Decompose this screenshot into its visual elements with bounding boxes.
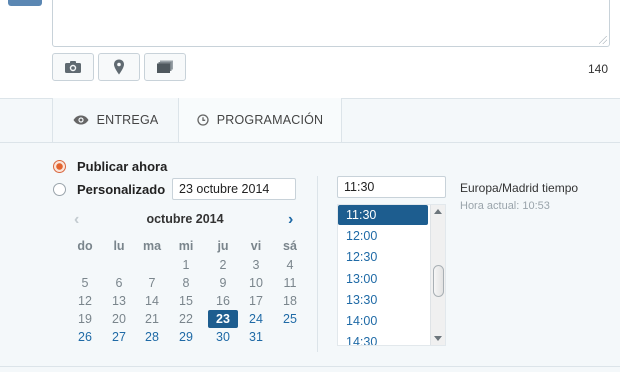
calendar-day[interactable]: 19 [70, 310, 100, 328]
location-pin-icon [114, 59, 124, 75]
tab-programacion[interactable]: PROGRAMACIÓN [179, 98, 342, 142]
custom-schedule-label: Personalizado [77, 182, 166, 197]
time-option[interactable]: 13:30 [338, 290, 428, 310]
calendar-day[interactable]: 12 [70, 292, 100, 310]
time-option[interactable]: 12:00 [338, 226, 428, 246]
scroll-thumb[interactable] [433, 265, 444, 297]
time-option[interactable]: 12:30 [338, 247, 428, 267]
time-list-scrollbar[interactable] [430, 205, 445, 345]
clock-icon [197, 114, 209, 126]
add-gallery-button[interactable] [144, 53, 186, 81]
tab-bar-divider [0, 142, 620, 143]
calendar-day-selected[interactable]: 23 [208, 310, 238, 328]
panel-bottom-border [0, 366, 620, 367]
calendar-prev-button[interactable]: ‹ [74, 212, 79, 228]
section-divider [317, 176, 318, 352]
weekday-label: ju [217, 239, 229, 253]
calendar-day[interactable]: 28 [137, 328, 167, 346]
calendar-day[interactable]: 18 [275, 292, 305, 310]
weekday-label: do [77, 239, 93, 253]
publish-now-radio[interactable] [53, 160, 66, 173]
calendar-day[interactable]: 30 [208, 328, 238, 346]
calendar-day[interactable]: 15 [171, 292, 201, 310]
calendar-day[interactable]: 21 [137, 310, 167, 328]
calendar-day[interactable]: 6 [104, 274, 134, 292]
add-photo-button[interactable] [52, 53, 94, 81]
gallery-icon [157, 60, 173, 73]
scroll-up-icon[interactable] [434, 209, 442, 214]
scroll-down-icon[interactable] [434, 336, 442, 341]
tab-entrega-label: ENTREGA [96, 113, 159, 127]
calendar-next-button[interactable]: › [288, 212, 293, 228]
tab-programacion-label: PROGRAMACIÓN [216, 113, 324, 127]
calendar-day[interactable]: 1 [171, 256, 201, 274]
calendar-day[interactable]: 4 [275, 256, 305, 274]
character-counter: 140 [587, 62, 608, 76]
calendar-day[interactable]: 31 [241, 328, 271, 346]
eye-icon [73, 115, 89, 125]
publish-now-label: Publicar ahora [77, 159, 168, 174]
tab-entrega[interactable]: ENTREGA [52, 98, 179, 142]
weekday-label: sá [283, 239, 297, 253]
calendar-day[interactable]: 29 [171, 328, 201, 346]
weekday-label: ma [142, 239, 162, 253]
calendar-day[interactable]: 14 [137, 292, 167, 310]
calendar-day[interactable]: 5 [70, 274, 100, 292]
resize-handle[interactable] [599, 36, 607, 44]
time-option[interactable]: 13:00 [338, 269, 428, 289]
calendar-day[interactable]: 25 [275, 310, 305, 328]
calendar-day[interactable]: 24 [241, 310, 271, 328]
calendar-day[interactable]: 2 [208, 256, 238, 274]
calendar-day[interactable]: 11 [275, 274, 305, 292]
current-time-label: Hora actual: 10:53 [460, 200, 550, 212]
calendar-day[interactable]: 17 [241, 292, 271, 310]
calendar-day[interactable]: 20 [104, 310, 134, 328]
calendar-day[interactable]: 10 [241, 274, 271, 292]
calendar-day[interactable]: 16 [208, 292, 238, 310]
weekday-label: mi [178, 239, 194, 253]
camera-icon [65, 61, 81, 73]
chevron-left-icon: ‹ [74, 211, 80, 228]
calendar-month-title: octubre 2014 [146, 212, 224, 226]
tweet-textarea[interactable] [52, 0, 610, 47]
chevron-right-icon: › [288, 211, 294, 228]
calendar-day[interactable]: 9 [208, 274, 238, 292]
calendar-day[interactable]: 26 [70, 328, 100, 346]
calendar-day[interactable]: 8 [171, 274, 201, 292]
date-field[interactable]: 23 octubre 2014 [172, 178, 296, 200]
calendar-day[interactable]: 22 [171, 310, 201, 328]
calendar-day[interactable]: 27 [104, 328, 134, 346]
weekday-label: lu [113, 239, 125, 253]
timezone-label: Europa/Madrid tiempo [460, 181, 579, 195]
time-option[interactable]: 14:00 [338, 311, 428, 331]
calendar-day[interactable]: 7 [137, 274, 167, 292]
custom-schedule-radio[interactable] [53, 183, 66, 196]
time-option[interactable]: 14:30 [338, 332, 428, 345]
calendar-day[interactable]: 3 [241, 256, 271, 274]
calendar-day[interactable]: 13 [104, 292, 134, 310]
weekday-label: vi [250, 239, 262, 253]
time-option-selected[interactable]: 11:30 [338, 205, 428, 225]
avatar [8, 0, 42, 6]
time-field[interactable]: 11:30 [337, 176, 446, 198]
add-location-button[interactable] [98, 53, 140, 81]
